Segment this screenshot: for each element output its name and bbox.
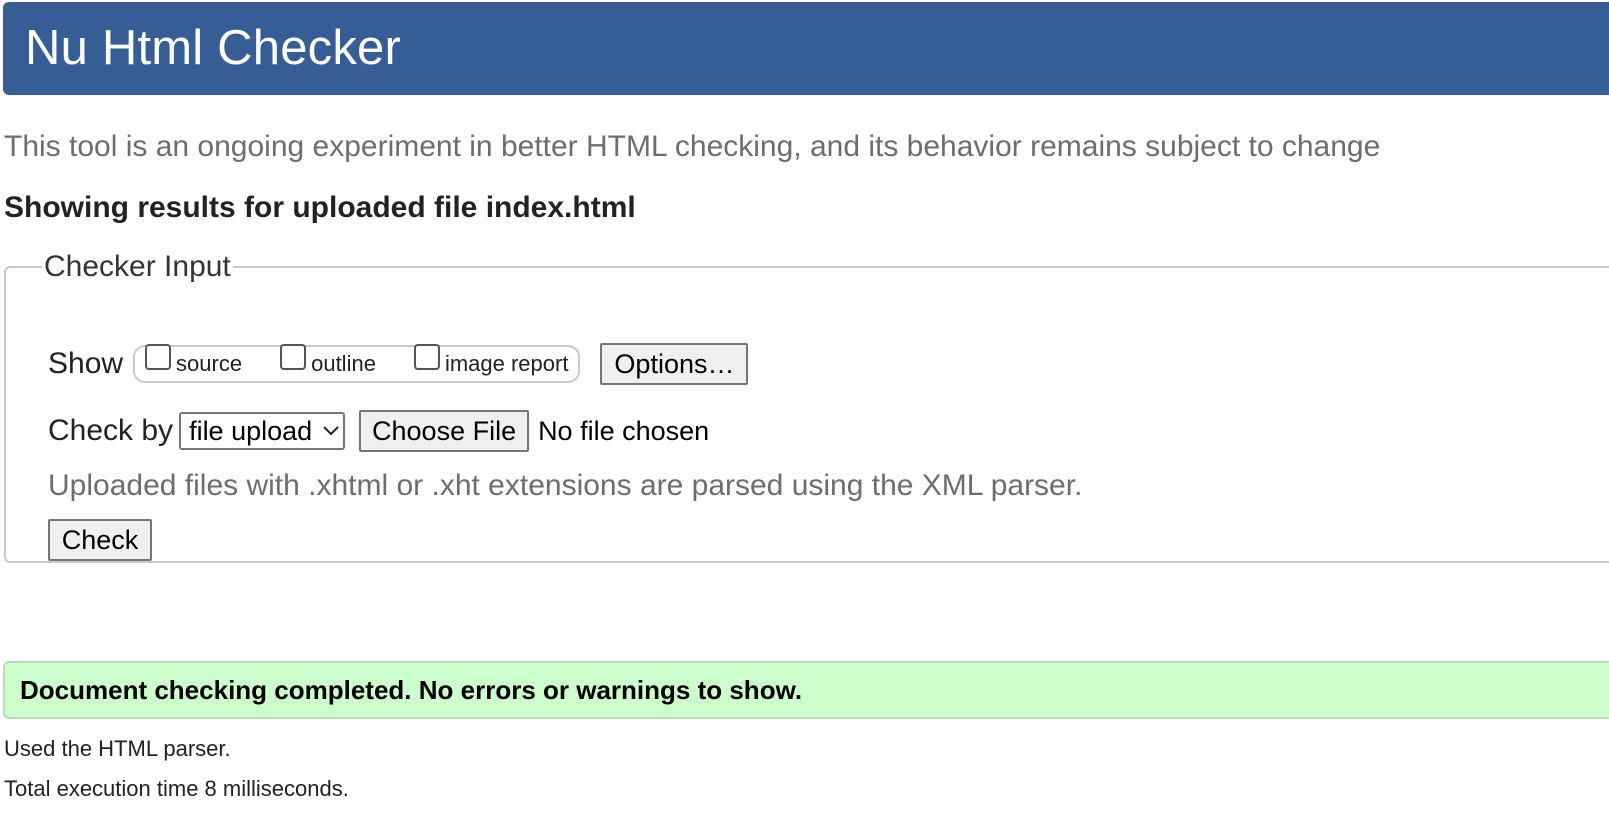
page-title: Nu Html Checker [25, 21, 402, 75]
show-options-group: source outline image report [133, 344, 581, 383]
parser-note: Used the HTML parser. [4, 736, 231, 761]
show-outline-option[interactable]: outline [280, 344, 376, 378]
outline-checkbox-label[interactable]: outline [311, 350, 376, 378]
source-checkbox-label[interactable]: source [176, 350, 242, 378]
show-source-option[interactable]: source [145, 344, 242, 378]
checker-input-legend: Checker Input [44, 250, 231, 283]
checker-input-fieldset: Checker Input Show source outline image … [4, 252, 1609, 563]
nu-html-checker-page: Nu Html Checker This tool is an ongoing … [0, 0, 1609, 834]
result-success-banner: Document checking completed. No errors o… [3, 661, 1609, 719]
image-report-checkbox[interactable] [413, 344, 440, 370]
check-by-selected-value[interactable]: file upload [189, 416, 312, 447]
check-by-select[interactable]: file upload [179, 412, 346, 450]
check-by-row: Check by file upload Choose File No file… [48, 409, 709, 453]
show-options-row: Show source outline image report Options… [48, 342, 749, 386]
show-label: Show [48, 347, 124, 380]
xml-parser-note: Uploaded files with .xhtml or .xht exten… [48, 469, 1083, 502]
results-heading: Showing results for uploaded file index.… [4, 191, 636, 224]
page-header: Nu Html Checker [3, 2, 1609, 95]
options-button[interactable]: Options… [600, 343, 749, 385]
intro-text: This tool is an ongoing experiment in be… [4, 130, 1381, 163]
outline-checkbox[interactable] [280, 344, 307, 370]
result-message: Document checking completed. No errors o… [20, 674, 803, 705]
execution-time: Total execution time 8 milliseconds. [4, 776, 349, 801]
check-by-label: Check by [48, 414, 174, 447]
image-report-checkbox-label[interactable]: image report [445, 350, 569, 378]
choose-file-button[interactable]: Choose File [359, 410, 530, 452]
check-button[interactable]: Check [48, 519, 152, 561]
show-image-report-option[interactable]: image report [413, 344, 569, 378]
chevron-down-icon [322, 425, 340, 437]
file-status-text: No file chosen [538, 415, 710, 446]
source-checkbox[interactable] [145, 344, 172, 370]
